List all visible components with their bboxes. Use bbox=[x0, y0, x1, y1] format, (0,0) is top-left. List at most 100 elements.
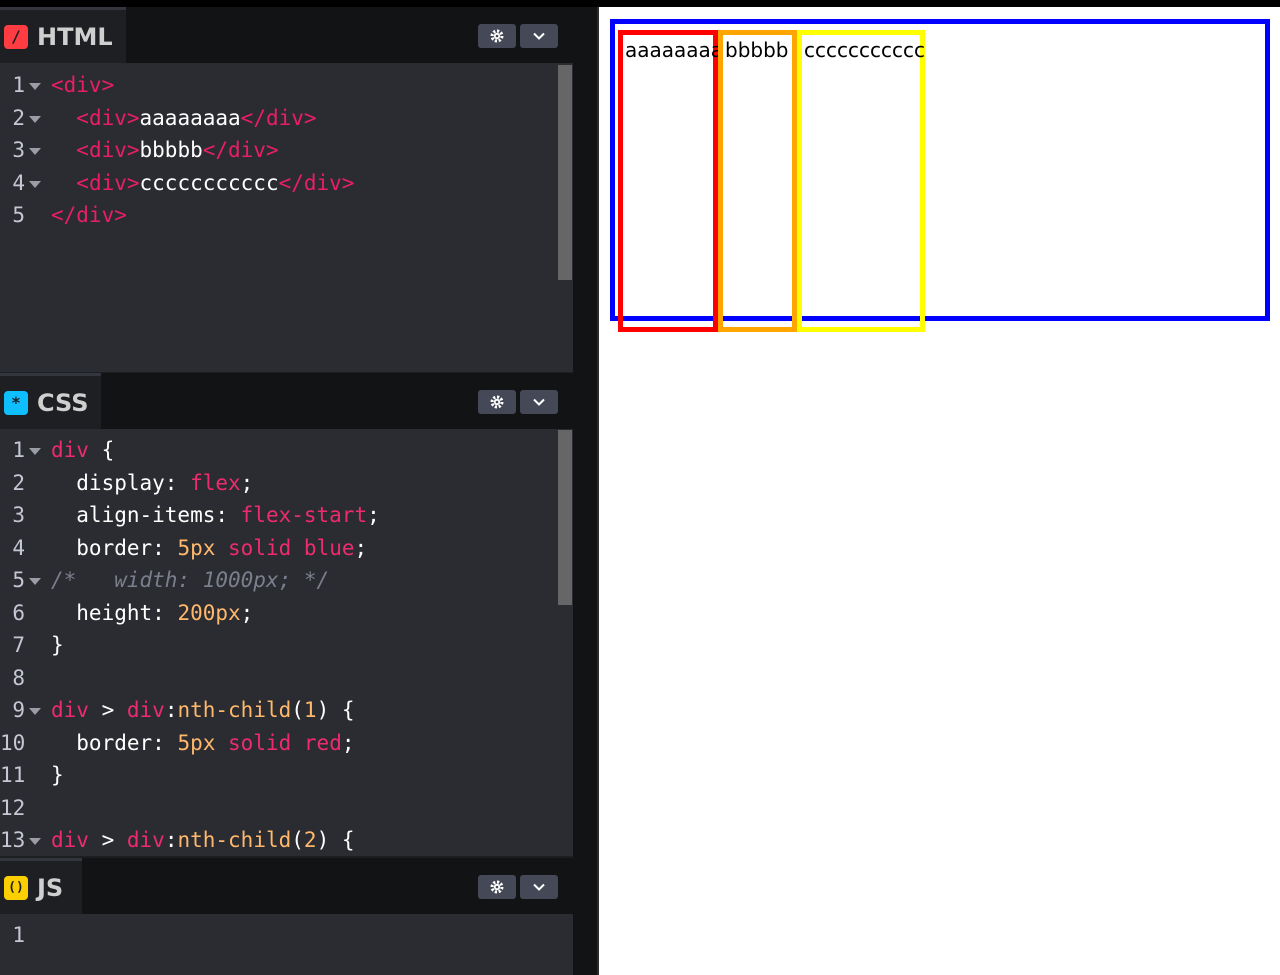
code-line[interactable]: 11} bbox=[0, 759, 560, 792]
line-number: 3 bbox=[12, 503, 25, 527]
css-tab[interactable]: * CSS bbox=[0, 373, 101, 429]
js-code-area[interactable]: 1 bbox=[0, 919, 560, 952]
line-number: 9 bbox=[12, 698, 25, 722]
line-number: 1 bbox=[12, 73, 25, 97]
html-tab[interactable]: / HTML bbox=[0, 7, 126, 63]
css-pane-header: * CSS bbox=[0, 373, 573, 429]
code-line[interactable]: 5 </div> bbox=[0, 199, 560, 232]
js-tab[interactable]: () JS bbox=[0, 858, 82, 914]
preview-child-c-text: ccccccccccc bbox=[804, 38, 925, 62]
js-logo-icon: () bbox=[4, 875, 28, 900]
code-line[interactable]: 5 /* width: 1000px; */ bbox=[0, 564, 560, 597]
fold-arrow-icon[interactable] bbox=[29, 115, 41, 123]
fold-arrow-icon[interactable] bbox=[29, 578, 41, 585]
line-number: 4 bbox=[12, 170, 25, 195]
editor-column: / HTML 1 <div> 2 <div>aaaaaaaa</div> 3 <div… bbox=[0, 7, 573, 975]
code-text: <div> bbox=[51, 73, 115, 97]
code-line[interactable]: 1 div { bbox=[0, 434, 560, 467]
line-number: 5 bbox=[12, 203, 25, 227]
fold-arrow-icon[interactable] bbox=[29, 180, 41, 188]
chevron-down-icon bbox=[533, 883, 545, 891]
html-pane-header: / HTML bbox=[0, 7, 573, 63]
line-number: 6 bbox=[12, 600, 25, 625]
js-collapse-button[interactable] bbox=[520, 875, 558, 899]
code-line[interactable]: 4 border: 5px solid blue; bbox=[0, 532, 560, 565]
html-settings-button[interactable] bbox=[478, 24, 516, 48]
line-number: 1 bbox=[12, 923, 25, 947]
code-text: <div>aaaaaaaa</div> bbox=[76, 105, 317, 130]
css-collapse-button[interactable] bbox=[520, 390, 558, 414]
code-line[interactable]: 1 <div> bbox=[0, 69, 560, 102]
code-line[interactable]: 1 bbox=[0, 919, 560, 952]
code-text: height: 200px; bbox=[51, 600, 254, 625]
css-logo-icon: * bbox=[4, 390, 28, 415]
code-text: /* width: 1000px; */ bbox=[51, 568, 330, 592]
line-number: 5 bbox=[12, 568, 25, 592]
code-text: display: flex; bbox=[51, 470, 254, 495]
gear-icon bbox=[490, 29, 504, 43]
code-text: <div>ccccccccccc</div> bbox=[76, 170, 355, 195]
window-top-bar bbox=[0, 0, 1280, 7]
fold-arrow-icon[interactable] bbox=[29, 838, 41, 845]
line-number: 13 bbox=[0, 828, 26, 852]
html-tab-label: HTML bbox=[37, 22, 113, 51]
code-line[interactable]: 13 div > div:nth-child(2) { bbox=[0, 824, 560, 856]
code-text: align-items: flex-start; bbox=[51, 503, 380, 527]
code-text: <div>bbbbb</div> bbox=[76, 138, 279, 162]
js-tab-label: JS bbox=[37, 873, 64, 902]
line-number: 10 bbox=[0, 730, 26, 755]
css-code-area[interactable]: 1 div {2 display: flex; 3 align-items: fle… bbox=[0, 434, 560, 856]
line-number: 1 bbox=[12, 438, 25, 462]
preview-child-a-text: aaaaaaaa bbox=[625, 38, 724, 62]
code-line[interactable]: 2 <div>aaaaaaaa</div> bbox=[0, 102, 560, 135]
code-text: </div> bbox=[51, 203, 127, 227]
line-number: 7 bbox=[12, 633, 25, 657]
html-collapse-button[interactable] bbox=[520, 24, 558, 48]
css-settings-button[interactable] bbox=[478, 390, 516, 414]
line-number: 3 bbox=[12, 138, 25, 162]
code-line[interactable]: 2 display: flex; bbox=[0, 467, 560, 500]
preview-child-b-text: bbbbb bbox=[725, 38, 789, 62]
code-line[interactable]: 10 border: 5px solid red; bbox=[0, 727, 560, 760]
preview-child-a: aaaaaaaa bbox=[618, 30, 723, 332]
preview-outer-div: aaaaaaaa bbbbb ccccccccccc bbox=[610, 19, 1270, 332]
code-text: border: 5px solid red; bbox=[51, 730, 355, 755]
preview-child-b: bbbbb bbox=[718, 30, 797, 332]
code-text: } bbox=[51, 763, 64, 787]
code-line[interactable]: 8 bbox=[0, 662, 560, 695]
fold-arrow-icon[interactable] bbox=[29, 83, 41, 90]
line-number: 8 bbox=[12, 665, 25, 690]
fold-arrow-icon[interactable] bbox=[29, 708, 41, 715]
code-line[interactable]: 9 div > div:nth-child(1) { bbox=[0, 694, 560, 727]
gear-icon bbox=[490, 880, 504, 894]
code-line[interactable]: 4 <div>ccccccccccc</div> bbox=[0, 167, 560, 200]
gear-icon bbox=[490, 395, 504, 409]
line-number: 2 bbox=[12, 105, 25, 130]
code-line[interactable]: 6 height: 200px; bbox=[0, 597, 560, 630]
preview-child-c: ccccccccccc bbox=[797, 30, 925, 332]
line-number: 11 bbox=[0, 763, 26, 787]
html-editor-pane: / HTML 1 <div> 2 <div>aaaaaaaa</div> 3 <div… bbox=[0, 7, 573, 372]
html-scrollbar[interactable] bbox=[558, 65, 572, 280]
js-editor-pane: () JS 1 bbox=[0, 858, 573, 975]
line-number: 2 bbox=[12, 470, 25, 495]
fold-arrow-icon[interactable] bbox=[29, 148, 41, 155]
code-text: border: 5px solid blue; bbox=[51, 535, 368, 560]
chevron-down-icon bbox=[533, 32, 545, 40]
code-line[interactable]: 3 <div>bbbbb</div> bbox=[0, 134, 560, 167]
html-code-area[interactable]: 1 <div> 2 <div>aaaaaaaa</div> 3 <div>bbbbb<… bbox=[0, 69, 560, 232]
js-settings-button[interactable] bbox=[478, 875, 516, 899]
code-line[interactable]: 12 bbox=[0, 792, 560, 825]
code-text: } bbox=[51, 633, 64, 657]
code-text: div > div:nth-child(2) { bbox=[51, 828, 355, 852]
code-line[interactable]: 3 align-items: flex-start; bbox=[0, 499, 560, 532]
code-text: div { bbox=[51, 438, 115, 462]
code-line[interactable]: 7} bbox=[0, 629, 560, 662]
line-number: 12 bbox=[0, 795, 26, 820]
css-scrollbar[interactable] bbox=[558, 430, 572, 605]
code-text: div > div:nth-child(1) { bbox=[51, 698, 355, 722]
resize-gutter[interactable] bbox=[573, 7, 597, 975]
html-logo-icon: / bbox=[4, 24, 28, 49]
css-editor-pane: * CSS 1 div {2 display: flex; 3 align-item… bbox=[0, 373, 573, 856]
fold-arrow-icon[interactable] bbox=[29, 448, 41, 455]
